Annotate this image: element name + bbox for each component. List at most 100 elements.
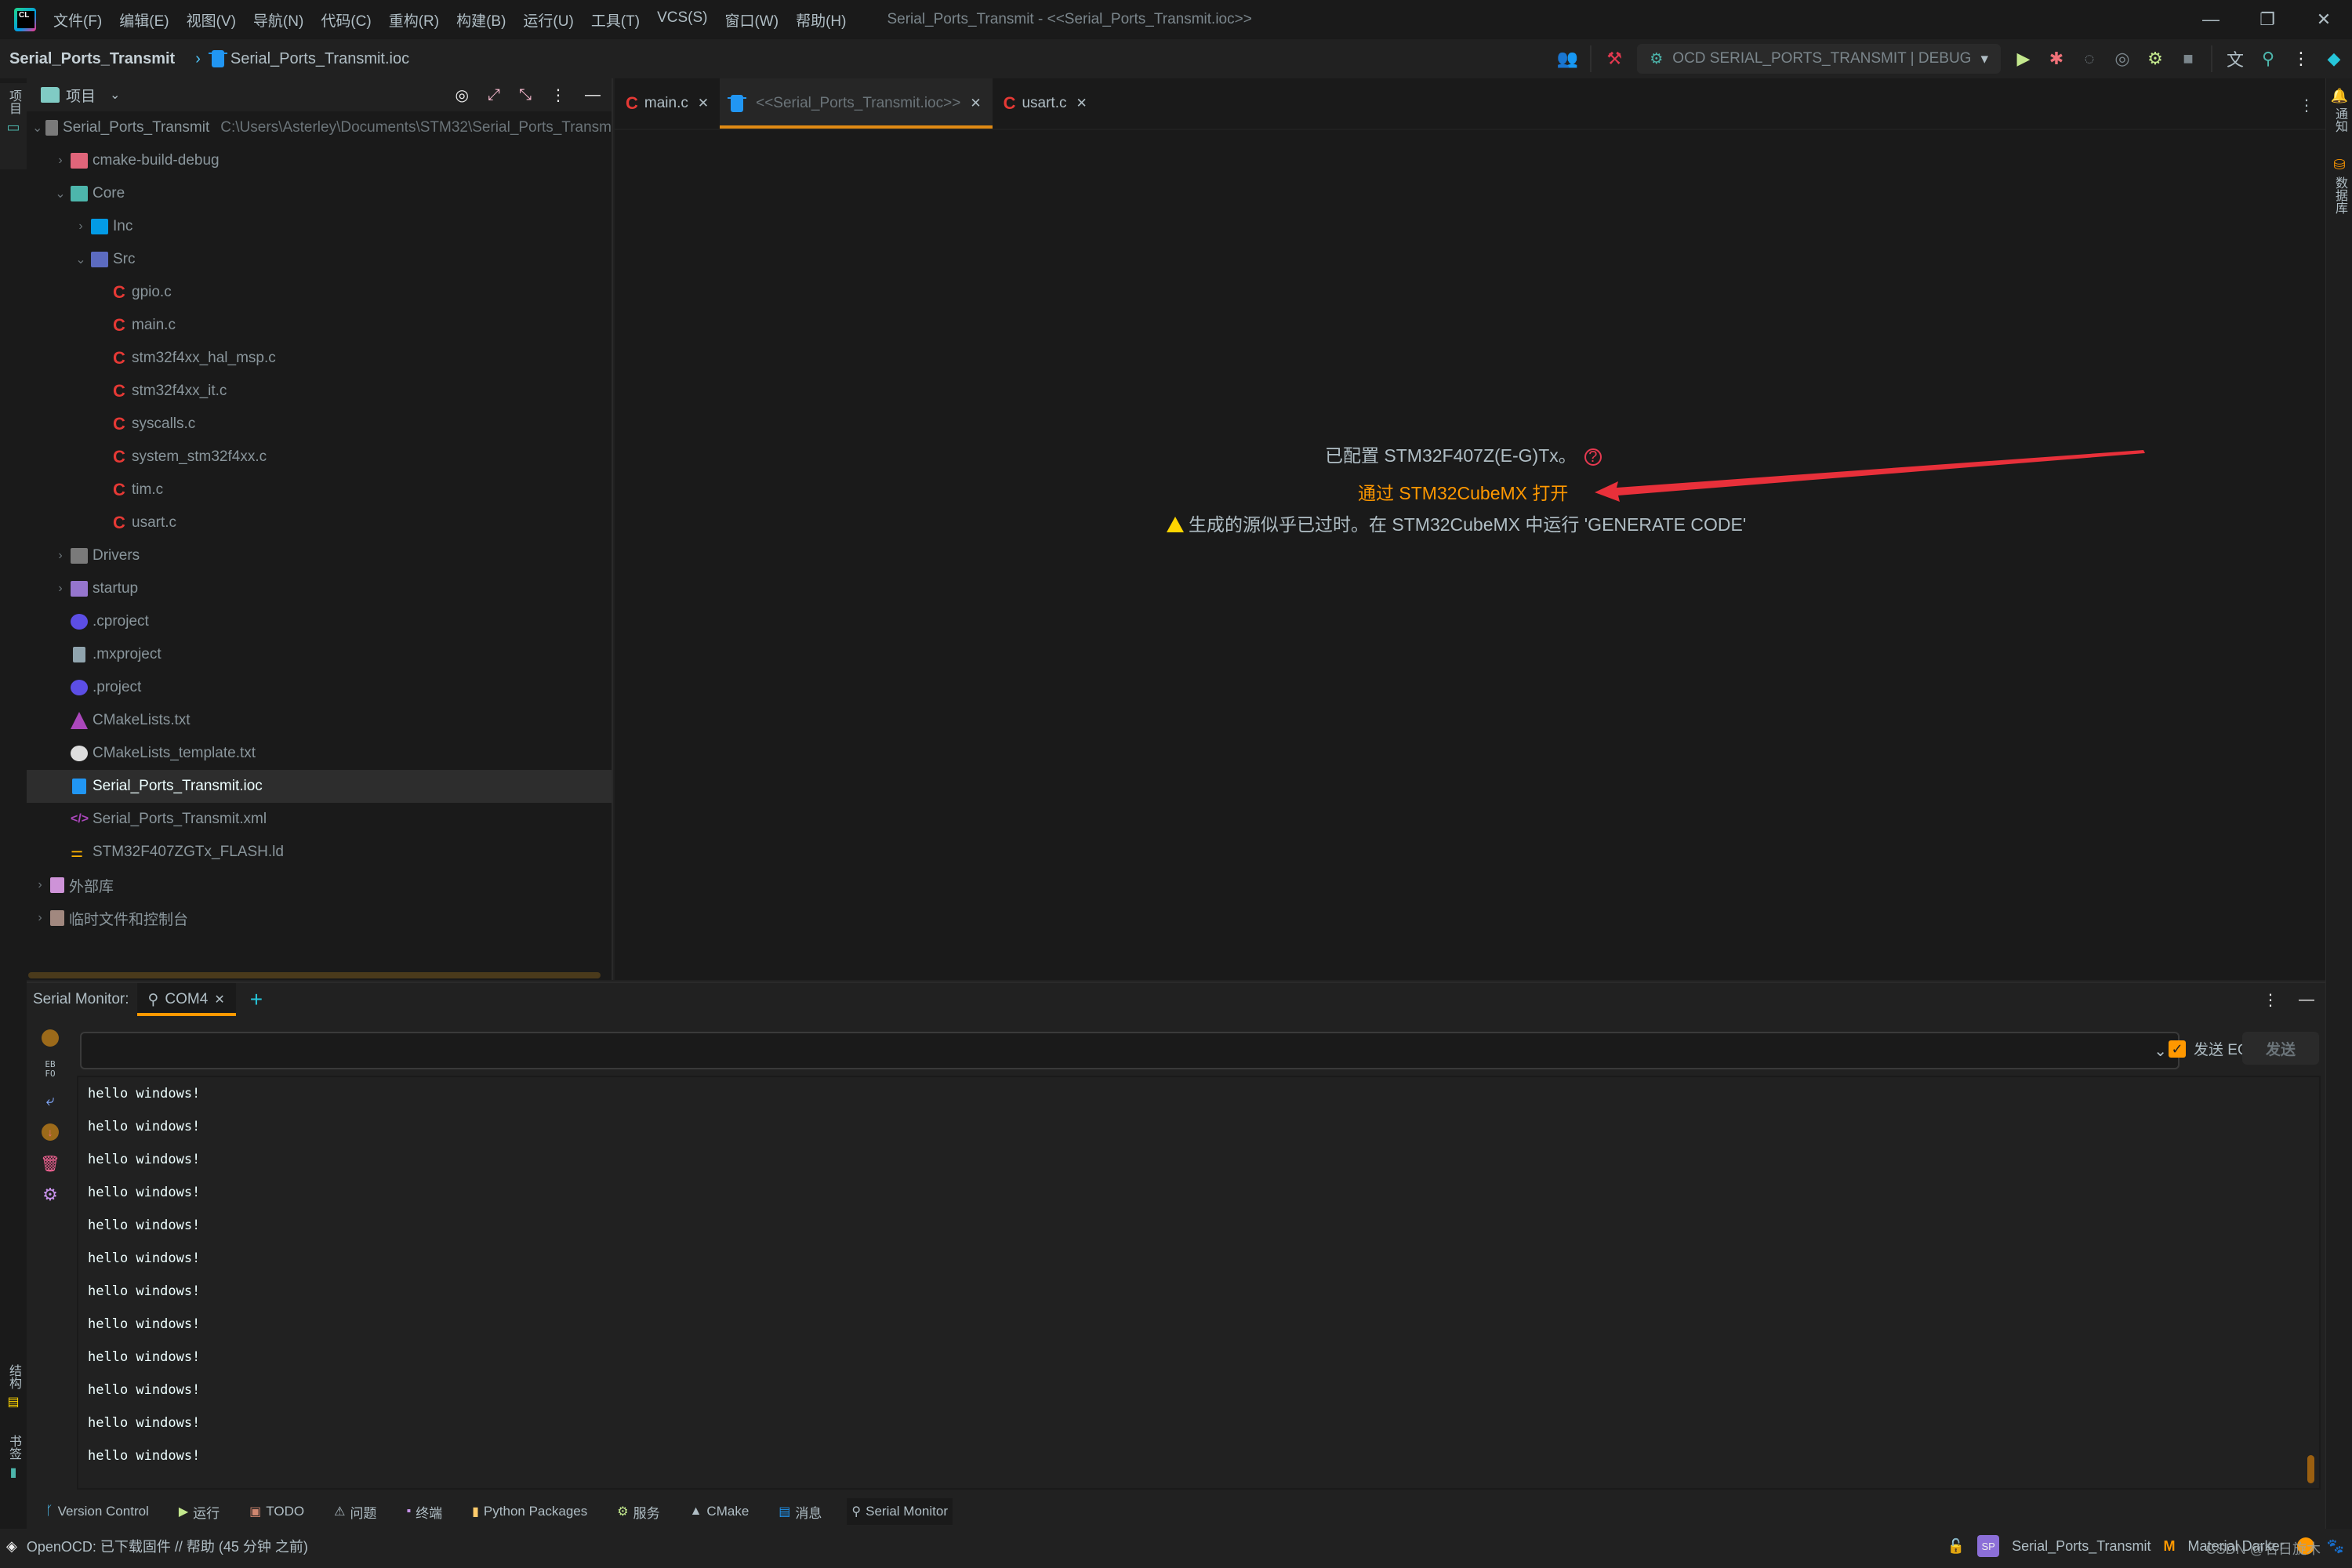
menu-item[interactable]: 运行(U) bbox=[523, 9, 573, 31]
chevron-right-icon[interactable]: › bbox=[30, 911, 50, 925]
send-button[interactable]: 发送 bbox=[2242, 1032, 2319, 1065]
open-in-cubemx-link[interactable]: 通过 STM32CubeMX 打开 bbox=[1358, 478, 1568, 505]
tree-item[interactable]: Cgpio.c bbox=[27, 276, 612, 309]
paw-icon[interactable]: 🐾 bbox=[2327, 1538, 2344, 1555]
code-with-me-icon[interactable]: 👥 bbox=[1557, 49, 1578, 69]
unlock-icon[interactable]: 🔓 bbox=[1947, 1538, 1965, 1555]
tool-window-服务[interactable]: ⚙ 服务 bbox=[612, 1498, 664, 1525]
run-icon[interactable]: ▶ bbox=[2013, 49, 2034, 69]
chevron-down-icon[interactable]: ⌄ bbox=[30, 120, 45, 136]
add-connection-icon[interactable]: + bbox=[250, 987, 263, 1012]
hide-panel-icon[interactable]: — bbox=[2299, 991, 2314, 1009]
soft-wrap-button[interactable]: ⤶ bbox=[27, 1085, 74, 1116]
chevron-down-icon[interactable]: ⌄ bbox=[71, 252, 91, 267]
chevron-down-icon[interactable]: ⌄ bbox=[50, 186, 71, 201]
tool-window-todo[interactable]: ▣ TODO bbox=[245, 1498, 309, 1525]
run-config-selector[interactable]: ⚙ OCD SERIAL_PORTS_TRANSMIT | DEBUG ▾ bbox=[1637, 44, 2001, 74]
settings-button[interactable]: ⚙ bbox=[27, 1179, 74, 1210]
tree-item[interactable]: ⚌ STM32F407ZGTx_FLASH.ld bbox=[27, 836, 612, 869]
tool-window-python-packages[interactable]: ▮ Python Packages bbox=[467, 1498, 592, 1525]
chevron-right-icon[interactable]: › bbox=[71, 220, 91, 234]
restore-button[interactable]: ❐ bbox=[2239, 0, 2296, 39]
tool-window-运行[interactable]: ▶ 运行 bbox=[174, 1498, 224, 1525]
tree-item[interactable]: ⌄ Src bbox=[27, 243, 612, 276]
breadcrumb-project[interactable]: Serial_Ports_Transmit bbox=[9, 50, 175, 68]
menu-item[interactable]: 窗口(W) bbox=[724, 9, 779, 31]
tree-item[interactable]: Cmain.c bbox=[27, 309, 612, 342]
database-tool-button[interactable]: ⛁ 数据库 bbox=[2326, 157, 2352, 214]
structure-tool-button[interactable]: 结构 ▤ bbox=[0, 1364, 27, 1410]
search-icon[interactable]: ⚲ bbox=[2258, 49, 2278, 69]
menu-item[interactable]: 工具(T) bbox=[591, 9, 640, 31]
tree-item[interactable]: › startup bbox=[27, 572, 612, 605]
chevron-right-icon[interactable]: › bbox=[50, 549, 71, 563]
menu-item[interactable]: 重构(R) bbox=[389, 9, 439, 31]
build-hammer-icon[interactable]: ⚒ bbox=[1604, 49, 1624, 69]
output-scrollbar[interactable] bbox=[2307, 1455, 2314, 1483]
breadcrumb-file[interactable]: Serial_Ports_Transmit.ioc bbox=[230, 50, 409, 68]
tool-window-问题[interactable]: ⚠ 问题 bbox=[329, 1498, 381, 1525]
tree-item[interactable]: › 临时文件和控制台 bbox=[27, 902, 612, 935]
chevron-right-icon[interactable]: › bbox=[50, 582, 71, 596]
tree-item[interactable]: .project bbox=[27, 671, 612, 704]
menu-item[interactable]: VCS(S) bbox=[657, 9, 707, 31]
tree-item[interactable]: ⌄ Core bbox=[27, 177, 612, 210]
scroll-to-end-button[interactable]: ↓ bbox=[27, 1116, 74, 1148]
tree-item[interactable]: Cusart.c bbox=[27, 506, 612, 539]
menu-item[interactable]: 帮助(H) bbox=[796, 9, 846, 31]
tree-item[interactable]: .cproject bbox=[27, 605, 612, 638]
locate-file-icon[interactable]: ◎ bbox=[456, 85, 469, 105]
stop-icon[interactable]: ■ bbox=[2178, 49, 2198, 69]
tree-item[interactable]: Ctim.c bbox=[27, 474, 612, 506]
expand-all-icon[interactable]: ⤢ bbox=[488, 86, 500, 104]
send-text-field[interactable]: ⌄ bbox=[80, 1032, 2180, 1069]
connect-button[interactable] bbox=[27, 1022, 74, 1054]
close-window-button[interactable]: ✕ bbox=[2296, 0, 2352, 39]
tree-item[interactable]: Cstm32f4xx_it.c bbox=[27, 375, 612, 408]
clear-output-button[interactable]: 🗑 bbox=[27, 1148, 74, 1179]
menu-item[interactable]: 编辑(E) bbox=[119, 9, 169, 31]
hex-toggle-button[interactable]: EB FO bbox=[27, 1054, 74, 1085]
tree-item[interactable]: › Drivers bbox=[27, 539, 612, 572]
tool-window-终端[interactable]: ▪ 终端 bbox=[401, 1498, 447, 1525]
tree-item[interactable]: › Inc bbox=[27, 210, 612, 243]
debug-bug-icon[interactable]: ✱ bbox=[2046, 49, 2067, 69]
menu-item[interactable]: 构建(B) bbox=[456, 9, 506, 31]
project-view-selector[interactable]: 项目 bbox=[66, 85, 96, 106]
close-tab-icon[interactable]: ✕ bbox=[214, 992, 224, 1007]
menu-item[interactable]: 视图(V) bbox=[187, 9, 236, 31]
tree-root[interactable]: ⌄ Serial_Ports_Transmit C:\Users\Asterle… bbox=[27, 111, 612, 144]
options-icon[interactable]: ⋮ bbox=[2263, 990, 2278, 1010]
send-input[interactable] bbox=[82, 1033, 2178, 1068]
tool-window-cmake[interactable]: ▲ CMake bbox=[685, 1498, 754, 1525]
chevron-down-icon[interactable]: ⌄ bbox=[110, 87, 120, 103]
tree-item[interactable]: .mxproject bbox=[27, 638, 612, 671]
tree-item[interactable]: </> Serial_Ports_Transmit.xml bbox=[27, 803, 612, 836]
profiler-icon[interactable]: ◎ bbox=[2112, 49, 2132, 69]
project-horizontal-scrollbar[interactable] bbox=[28, 972, 601, 978]
checkbox-checked-icon[interactable]: ✓ bbox=[2169, 1040, 2186, 1058]
tree-item[interactable]: › 外部库 bbox=[27, 869, 612, 902]
collapse-all-icon[interactable]: ⤡ bbox=[519, 86, 532, 104]
minimize-button[interactable]: — bbox=[2183, 0, 2239, 39]
tree-item[interactable]: CMakeLists.txt bbox=[27, 704, 612, 737]
tree-item[interactable]: Csyscalls.c bbox=[27, 408, 612, 441]
history-dropdown-icon[interactable]: ⌄ bbox=[2154, 1041, 2167, 1061]
menu-item[interactable]: 导航(N) bbox=[253, 9, 303, 31]
menu-item[interactable]: 文件(F) bbox=[53, 9, 102, 31]
tree-item[interactable]: › cmake-build-debug bbox=[27, 144, 612, 177]
project-tool-button[interactable]: 项目 ▭ bbox=[0, 83, 27, 169]
run-with-coverage-icon[interactable]: ◌ bbox=[2079, 49, 2100, 69]
tree-item[interactable]: Csystem_stm32f4xx.c bbox=[27, 441, 612, 474]
tool-window-serial-monitor[interactable]: ⚲ Serial Monitor bbox=[847, 1498, 953, 1525]
status-project-name[interactable]: Serial_Ports_Transmit bbox=[2012, 1538, 2151, 1555]
notifications-tool-button[interactable]: 🔔 通知 bbox=[2326, 88, 2352, 132]
chevron-right-icon[interactable]: › bbox=[30, 878, 50, 892]
tree-item[interactable]: CMakeLists_template.txt bbox=[27, 737, 612, 770]
tree-item[interactable]: Cstm32f4xx_hal_msp.c bbox=[27, 342, 612, 375]
tool-window-version-control[interactable]: ᚴ Version Control bbox=[41, 1498, 154, 1525]
status-message[interactable]: OpenOCD: 已下载固件 // 帮助 (45 分钟 之前) bbox=[27, 1536, 308, 1556]
menu-item[interactable]: 代码(C) bbox=[321, 9, 371, 31]
plugin-logo-icon[interactable]: ◆ bbox=[2324, 49, 2344, 69]
tool-window-消息[interactable]: ▤ 消息 bbox=[774, 1498, 826, 1525]
